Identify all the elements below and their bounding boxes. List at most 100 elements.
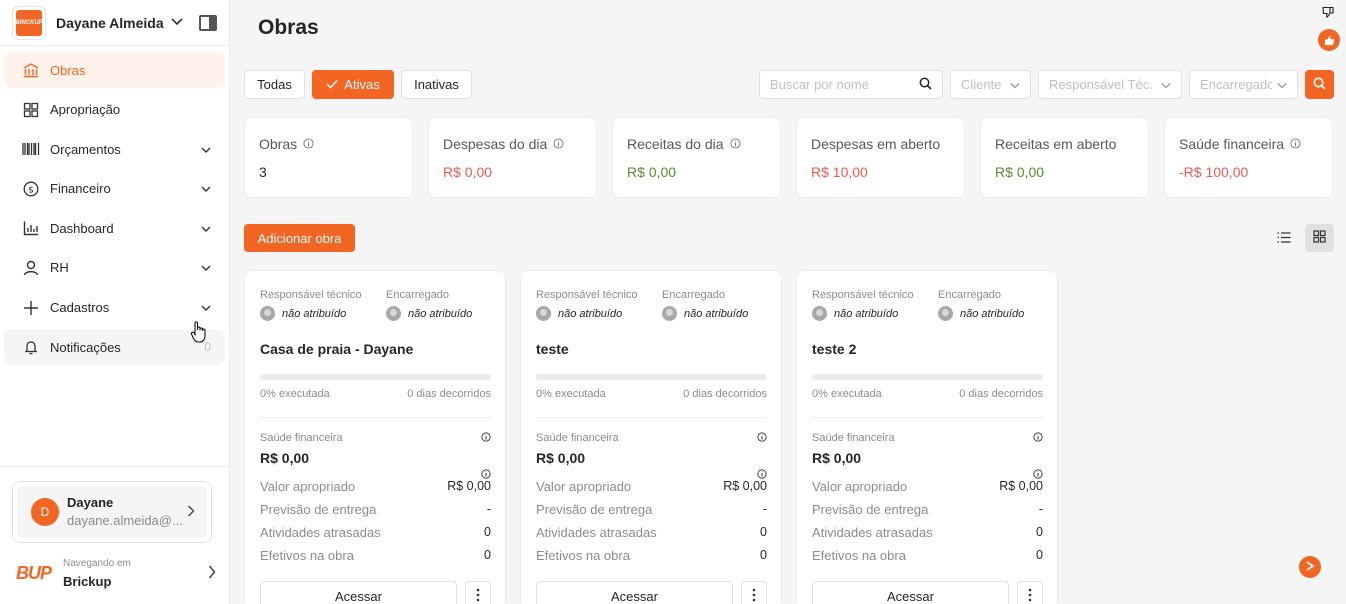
chevron-down-icon <box>201 300 211 315</box>
search-input[interactable]: Buscar por nome <box>759 70 943 99</box>
tab-ativas[interactable]: Ativas <box>312 70 394 99</box>
stat-label: Obras <box>259 136 398 152</box>
more-options-button[interactable] <box>741 581 767 604</box>
person-name: não atribuído <box>282 307 347 320</box>
user-card-inner: D Dayane dayane.almeida@... <box>17 486 207 538</box>
feedback-icons <box>1318 6 1342 51</box>
sidebar-item-obras[interactable]: Obras <box>4 52 225 88</box>
encarregado-select[interactable]: Encarregado <box>1189 70 1298 99</box>
metric-atividades-atrasadas: Atividades atrasadas 0 <box>536 525 767 540</box>
responsavel-placeholder: Responsável Téc. <box>1049 77 1153 92</box>
user-texts: Dayane dayane.almeida@... <box>67 494 183 530</box>
help-button[interactable] <box>1299 556 1321 578</box>
metric-efetivos-obra: Efetivos na obra 0 <box>536 548 767 563</box>
stat-label-text: Receitas do dia <box>627 136 724 152</box>
acessar-button[interactable]: Acessar <box>260 581 457 604</box>
metric-efetivos-obra: Efetivos na obra 0 <box>260 548 491 563</box>
chevron-down-icon[interactable] <box>170 15 184 30</box>
stat-value: -R$ 100,00 <box>1179 164 1249 180</box>
tab-label: Todas <box>257 77 292 92</box>
add-obra-button[interactable]: Adicionar obra <box>244 224 355 252</box>
acessar-button[interactable]: Acessar <box>536 581 733 604</box>
health-value: R$ 0,00 <box>260 450 310 466</box>
metric-value: - <box>486 502 491 516</box>
metric-atividades-atrasadas: Atividades atrasadas 0 <box>260 525 491 540</box>
responsavel-select[interactable]: Responsável Téc. <box>1038 70 1182 99</box>
more-vertical-icon <box>1028 588 1032 604</box>
chevron-down-icon <box>1010 77 1020 92</box>
sidebar-item-label: Apropriação <box>50 102 121 118</box>
progress-info: 0% executada 0 dias decorridos <box>260 388 491 400</box>
sidebar-item-apropriacao[interactable]: Apropriação <box>4 92 225 128</box>
more-vertical-icon <box>752 588 756 604</box>
metric-value: R$ 0,00 <box>723 479 767 493</box>
sidebar-item-dashboard[interactable]: Dashboard <box>4 210 225 246</box>
tab-todas[interactable]: Todas <box>244 70 305 99</box>
brand-texts: Navegando em Brickup <box>63 555 131 591</box>
stat-label: Saúde financeira <box>1179 136 1318 152</box>
company-logo-mark: BRICKUP <box>15 9 43 36</box>
metric-value: 0 <box>484 525 491 539</box>
more-options-button[interactable] <box>465 581 491 604</box>
metric-label: Valor apropriado <box>536 479 632 494</box>
building-icon <box>22 61 40 79</box>
info-icon[interactable] <box>1290 136 1301 152</box>
page-title: Obras <box>258 16 319 39</box>
more-options-button[interactable] <box>1017 581 1043 604</box>
grid-view-button[interactable] <box>1305 224 1334 252</box>
obra-card: Responsável técnico não atribuído Encarr… <box>520 270 782 604</box>
company-logo[interactable]: BRICKUP <box>12 5 46 40</box>
avatar <box>386 306 401 321</box>
search-button[interactable] <box>1305 70 1334 99</box>
info-icon[interactable] <box>757 430 767 445</box>
brickup-logo: BUP <box>16 562 52 583</box>
responsavel-tecnico: Responsável técnico não atribuído <box>812 289 938 321</box>
more-vertical-icon <box>476 588 480 604</box>
company-name[interactable]: Dayane Almeida <box>56 15 164 31</box>
stat-card-despesas-aberto: Despesas em aberto R$ 10,00 <box>796 117 965 198</box>
person-role: Encarregado <box>662 289 725 301</box>
tab-inativas[interactable]: Inativas <box>401 70 472 99</box>
stat-label-text: Obras <box>259 136 298 152</box>
info-icon[interactable] <box>1033 430 1043 445</box>
info-icon[interactable] <box>729 136 741 152</box>
progress-info: 0% executada 0 dias decorridos <box>812 388 1043 400</box>
metric-value: - <box>762 502 767 516</box>
health-value: R$ 0,00 <box>812 450 862 466</box>
sidebar-item-label: RH <box>50 260 69 276</box>
encarregado-placeholder: Encarregado <box>1200 77 1272 92</box>
chevron-right-icon <box>187 505 195 520</box>
info-icon[interactable] <box>481 430 491 445</box>
help-chat-icon <box>1304 560 1316 575</box>
person-role: Responsável técnico <box>536 289 638 301</box>
metric-value: R$ 0,00 <box>447 479 491 493</box>
sidebar-item-financeiro[interactable]: $ Financeiro <box>4 171 225 207</box>
info-icon[interactable] <box>303 136 314 152</box>
thumbs-down-icon[interactable] <box>1322 6 1342 21</box>
cliente-select[interactable]: Cliente <box>950 70 1031 99</box>
person-name: não atribuído <box>558 307 623 320</box>
metric-label: Atividades atrasadas <box>812 525 933 540</box>
avatar <box>536 306 551 321</box>
user-card[interactable]: D Dayane dayane.almeida@... <box>12 481 212 543</box>
person-role: Encarregado <box>386 289 449 301</box>
sidebar-header: BRICKUP Dayane Almeida <box>0 0 229 46</box>
sidebar-item-rh[interactable]: RH <box>4 250 225 286</box>
stat-card-despesas-dia: Despesas do dia R$ 0,00 <box>428 117 597 198</box>
metric-value: 0 <box>484 548 491 562</box>
acessar-button[interactable]: Acessar <box>812 581 1009 604</box>
responsavel-tecnico: Responsável técnico não atribuído <box>260 289 386 321</box>
obra-card: Responsável técnico não atribuído Encarr… <box>796 270 1058 604</box>
progress-bar <box>260 374 491 380</box>
list-view-button[interactable] <box>1269 224 1298 252</box>
sidebar-item-orcamentos[interactable]: Orçamentos <box>4 131 225 167</box>
collapse-sidebar-icon[interactable] <box>199 14 217 31</box>
stat-label-text: Despesas do dia <box>443 136 548 152</box>
workspace-switcher[interactable]: BUP Navegando em Brickup <box>16 555 216 591</box>
thumbs-up-icon[interactable] <box>1318 29 1340 51</box>
sidebar-item-label: Obras <box>50 62 86 78</box>
info-icon[interactable] <box>553 136 564 152</box>
dollar-circle-icon: $ <box>22 180 40 198</box>
user-email: dayane.almeida@... <box>67 513 183 528</box>
person-value: não atribuído <box>386 306 512 321</box>
